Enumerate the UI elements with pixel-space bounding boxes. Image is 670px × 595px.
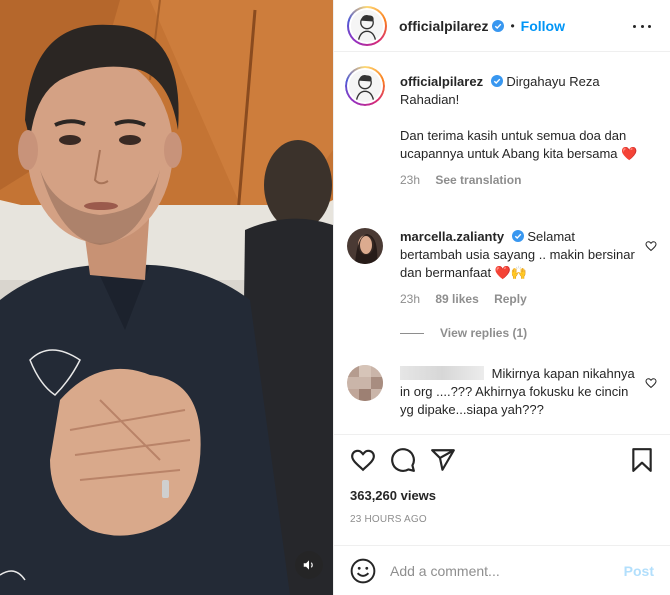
comment-username[interactable]: marcella.zalianty	[400, 229, 504, 244]
comment-time[interactable]: 23h	[400, 292, 420, 306]
post-side-panel: officialpilarez • Follow officialpilarez…	[333, 0, 670, 595]
comments-list[interactable]: officialpilarez Dirgahayu Reza Rahadian!…	[334, 53, 670, 433]
comment-item: Mikirnya kapan nikahnya in org ....??? A…	[347, 365, 657, 419]
comment-icon[interactable]	[390, 447, 416, 473]
pixelated-avatar-illustration	[347, 365, 383, 401]
caption: officialpilarez Dirgahayu Reza Rahadian!…	[345, 66, 657, 187]
blurred-username	[400, 366, 484, 380]
comment-like-heart-icon[interactable]	[645, 240, 657, 252]
verified-badge-icon	[490, 75, 503, 87]
action-bar: 363,260 views 23 HOURS AGO	[334, 434, 670, 544]
caption-username[interactable]: officialpilarez	[400, 74, 483, 89]
post-author-username[interactable]: officialpilarez	[399, 18, 488, 34]
post-timestamp[interactable]: 23 HOURS AGO	[350, 514, 427, 525]
more-dots-icon	[633, 24, 636, 28]
paper-plane-icon[interactable]	[430, 447, 456, 473]
commenter-avatar[interactable]	[347, 228, 383, 264]
emoji-icon[interactable]	[350, 558, 376, 584]
comment-item: marcella.zalianty Selamat bertambah usia…	[347, 228, 657, 340]
more-options-button[interactable]	[633, 18, 651, 34]
comment-meta: 23h 89 likes Reply	[400, 292, 657, 306]
caption-meta: 23h See translation	[400, 173, 657, 187]
add-comment-bar: Post	[334, 545, 670, 595]
follow-button[interactable]: Follow	[521, 18, 565, 34]
view-count[interactable]: 363,260 views	[350, 488, 436, 503]
comment-like-heart-icon[interactable]	[645, 377, 657, 389]
comment-input[interactable]	[390, 562, 600, 579]
avatar-illustration	[351, 9, 383, 42]
avatar-illustration	[349, 70, 381, 102]
view-replies-label: View replies (1)	[440, 326, 528, 340]
comment-emoji: ❤️🙌	[494, 265, 528, 280]
comment-likes[interactable]: 89 likes	[435, 292, 478, 306]
reply-button[interactable]: Reply	[494, 292, 527, 306]
sound-toggle-button[interactable]	[295, 551, 323, 579]
post-header: officialpilarez • Follow	[334, 0, 670, 52]
view-replies-button[interactable]: View replies (1)	[400, 326, 657, 340]
caption-emoji: ❤️	[621, 146, 638, 161]
commenter-avatar[interactable]	[347, 365, 383, 401]
post-comment-button[interactable]: Post	[624, 563, 654, 579]
see-translation-link[interactable]: See translation	[435, 173, 521, 187]
header-separator: •	[510, 18, 515, 33]
avatar-illustration	[347, 228, 383, 264]
heart-icon[interactable]	[350, 447, 376, 473]
caption-avatar[interactable]	[345, 66, 385, 106]
replies-divider	[400, 332, 424, 334]
post-video[interactable]	[0, 0, 333, 595]
video-frame	[0, 0, 333, 595]
verified-badge-icon	[511, 230, 524, 242]
verified-badge-icon	[492, 19, 505, 32]
caption-line2: Dan terima kasih untuk semua doa dan uca…	[400, 128, 627, 161]
speaker-icon	[303, 560, 313, 570]
avatar[interactable]	[347, 5, 387, 46]
caption-time[interactable]: 23h	[400, 173, 420, 187]
bookmark-icon[interactable]	[629, 447, 655, 473]
